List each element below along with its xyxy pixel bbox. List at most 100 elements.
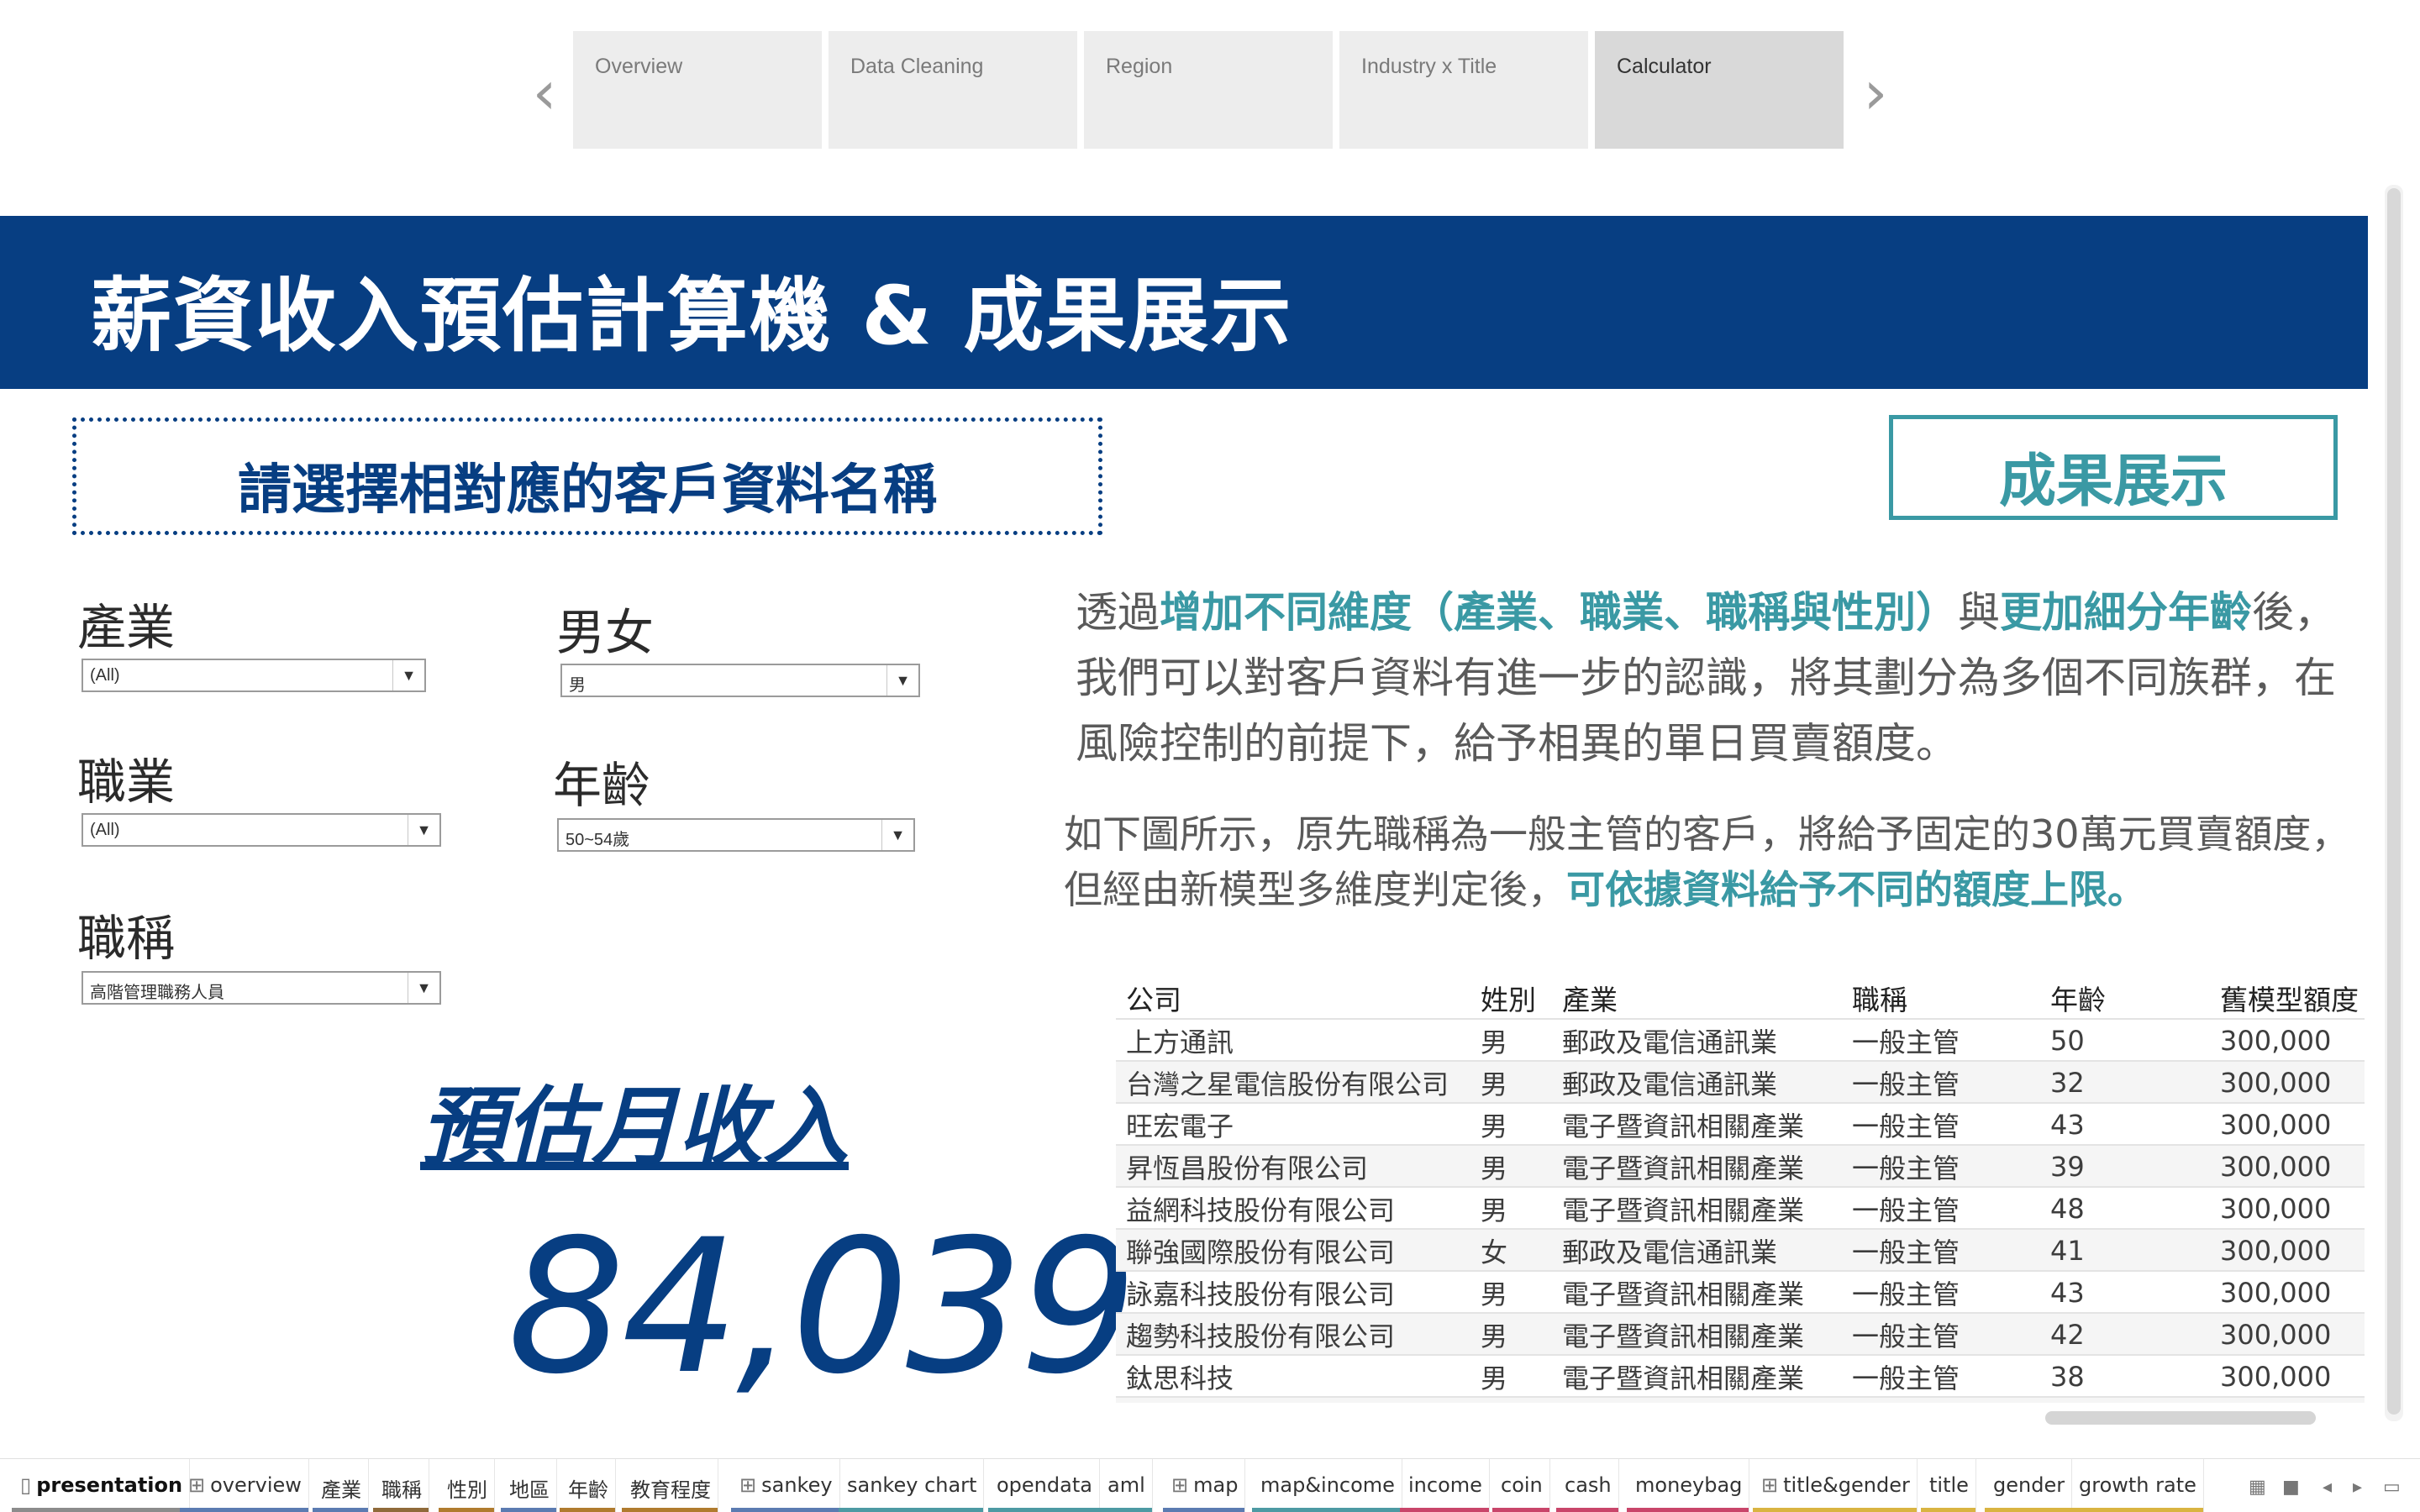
sheet-tab[interactable]: cash <box>1556 1459 1619 1512</box>
table-cell: 聯強國際股份有限公司 <box>1116 1228 1470 1271</box>
sheet-tab-color-stripe <box>731 1508 839 1512</box>
chevron-right-icon[interactable]: › <box>1850 59 1901 126</box>
estimated-income-value: 84,039 <box>508 1200 1138 1415</box>
gender-filter-dropdown[interactable]: 男 ▼ <box>560 664 920 697</box>
sheet-tab-color-stripe <box>12 1508 190 1512</box>
sheet-tab-label: gender <box>1993 1473 2065 1497</box>
sheet-tab[interactable]: 教育程度 <box>622 1459 718 1512</box>
table-cell: 男 <box>1470 1144 1552 1187</box>
column-header[interactable]: 產業 <box>1552 974 1842 1019</box>
sheet-tab[interactable]: growth rate <box>2070 1459 2204 1512</box>
table-cell: 女 <box>1470 1228 1552 1271</box>
column-header[interactable]: 姓別 <box>1470 974 1552 1019</box>
sheet-tab-label: cash <box>1565 1473 1612 1497</box>
new-sheet-icon[interactable]: ▭ <box>2383 1477 2401 1498</box>
table-row[interactable]: 詠嘉科技股份有限公司男電子暨資訊相關產業 一般主管 43 300,000 <box>1116 1270 2365 1313</box>
sheet-tab[interactable]: ⊞ sankey <box>731 1459 840 1512</box>
chevron-left-icon[interactable]: ‹ <box>519 59 570 126</box>
table-horizontal-scrollbar[interactable] <box>2045 1411 2316 1425</box>
table-row[interactable]: 旺宏電子男電子暨資訊相關產業 一般主管 43 300,000 <box>1116 1102 2365 1145</box>
table-row[interactable]: 聯強國際股份有限公司女郵政及電信通訊業 一般主管 41 300,000 <box>1116 1228 2365 1271</box>
table-cell: 男 <box>1470 1102 1552 1145</box>
table-cell: 電子暨資訊相關產業 <box>1552 1144 1842 1187</box>
column-header[interactable]: 公司 <box>1116 974 1470 1019</box>
sheet-tab[interactable]: 職稱 <box>373 1459 429 1512</box>
table-cell: 一般主管 <box>1842 1270 2040 1313</box>
sheet-tab[interactable]: aml <box>1099 1459 1153 1512</box>
sheet-tab[interactable]: title <box>1921 1459 1976 1512</box>
sheet-tab[interactable]: sankey chart <box>839 1459 985 1512</box>
sheet-tab[interactable]: moneybag <box>1627 1459 1750 1512</box>
sheet-tab[interactable]: ⊞ overview <box>180 1459 309 1512</box>
story-tab-label: Data Cleaning <box>850 55 984 78</box>
table-row[interactable]: 鈦思科技男電子暨資訊相關產業 一般主管 38 300,000 <box>1116 1354 2365 1397</box>
industry-filter-dropdown[interactable]: (All) ▼ <box>82 659 426 692</box>
vertical-scrollbar-thumb[interactable] <box>2387 188 2401 1415</box>
sheet-tab[interactable]: coin <box>1492 1459 1550 1512</box>
sheet-tab-color-stripe <box>1753 1508 1917 1512</box>
sheet-tab[interactable]: 性別 <box>439 1459 495 1512</box>
table-cell: 詠嘉科技股份有限公司 <box>1116 1270 1470 1313</box>
table-cell: 一般主管 <box>1842 1144 2040 1187</box>
page-title: 薪資收入預估計算機 & 成果展示 <box>91 269 1293 363</box>
table-cell: 電子暨資訊相關產業 <box>1552 1186 1842 1229</box>
sheet-tab-label: growth rate <box>2079 1473 2196 1497</box>
filmstrip-view-icon[interactable]: ■ <box>2282 1477 2300 1498</box>
occupation-filter-value: (All) <box>90 821 120 839</box>
story-tab-calculator[interactable]: Calculator <box>1595 31 1845 149</box>
story-tab-industry-x-title[interactable]: Industry x Title <box>1339 31 1590 149</box>
table-cell: 旺宏電子 <box>1116 1102 1470 1145</box>
job-title-filter-dropdown[interactable]: 高階管理職務人員 ▼ <box>82 971 441 1005</box>
table-cell: 男 <box>1470 1060 1552 1103</box>
table-cell: 郵政及電信通訊業 <box>1552 1060 1842 1103</box>
table-row[interactable]: 昇恆昌股份有限公司男電子暨資訊相關產業 一般主管 39 300,000 <box>1116 1144 2365 1187</box>
table-cell: 郵政及電信通訊業 <box>1552 1228 1842 1271</box>
story-tab-data-cleaning[interactable]: Data Cleaning <box>829 31 1079 149</box>
scroll-right-icon[interactable]: ▸ <box>2353 1477 2362 1498</box>
sheet-tab[interactable]: ▯ presentation <box>12 1459 191 1512</box>
table-row[interactable]: 鴻海精密工業男電子暨資訊相關產業一般主管43300,000 <box>1116 1396 2365 1403</box>
table-cell: 益網科技股份有限公司 <box>1116 1186 1470 1229</box>
sheet-tab[interactable]: 產業 <box>313 1459 369 1512</box>
sheet-tab[interactable]: gender <box>1985 1459 2073 1512</box>
table-cell: 男 <box>1470 1186 1552 1229</box>
table-row[interactable]: 台灣之星電信股份有限公司男郵政及電信通訊業 一般主管 32 300,000 <box>1116 1060 2365 1103</box>
occupation-filter-dropdown[interactable]: (All) ▼ <box>82 813 441 847</box>
table-cell: 台灣之星電信股份有限公司 <box>1116 1060 1470 1103</box>
scroll-left-icon[interactable]: ◂ <box>2323 1477 2332 1498</box>
sheet-tab[interactable]: income <box>1400 1459 1490 1512</box>
sheet-tab[interactable]: 年齡 <box>560 1459 616 1512</box>
table-cell: 300,000 <box>2210 1354 2365 1397</box>
age-filter-dropdown[interactable]: 50~54歲 ▼ <box>557 818 915 852</box>
chevron-down-icon: ▼ <box>408 815 439 845</box>
table-cell: 上方通訊 <box>1116 1018 1470 1061</box>
customer-table[interactable]: 公司 姓別 產業 職稱 年齡 舊模型額度 上方通訊男郵政及電信通訊業 一般主管 50 300,0… <box>1116 974 2365 1403</box>
dashboard-icon: ⊞ <box>1171 1473 1189 1497</box>
age-filter-value: 50~54歲 <box>566 831 630 849</box>
story-tab-label: Industry x Title <box>1361 55 1497 78</box>
table-cell: 一般主管 <box>1842 1018 2040 1061</box>
sheet-tab-label: title&gender <box>1783 1473 1910 1497</box>
sheet-tab-label: 教育程度 <box>630 1478 711 1502</box>
column-header[interactable]: 職稱 <box>1842 974 2040 1019</box>
column-header[interactable]: 舊模型額度 <box>2210 974 2365 1019</box>
sheet-tab[interactable]: opendata <box>988 1459 1100 1512</box>
story-tab-region[interactable]: Region <box>1084 31 1334 149</box>
sheet-tab-color-stripe <box>622 1508 718 1512</box>
chevron-down-icon: ▼ <box>408 973 439 1003</box>
grid-view-icon[interactable]: ▦ <box>2249 1477 2266 1498</box>
sheet-tab[interactable]: map&income <box>1252 1459 1402 1512</box>
sheet-tab-color-stripe <box>988 1508 1099 1512</box>
sheet-tab[interactable]: ⊞ title&gender <box>1753 1459 1918 1512</box>
table-row[interactable]: 益網科技股份有限公司男電子暨資訊相關產業 一般主管 48 300,000 <box>1116 1186 2365 1229</box>
sheet-tab[interactable]: 地區 <box>501 1459 557 1512</box>
table-cell: 昇恆昌股份有限公司 <box>1116 1144 1470 1187</box>
story-tab-overview[interactable]: Overview <box>573 31 823 149</box>
table-cell: 300,000 <box>2210 1228 2365 1271</box>
results-title: 成果展示 <box>1998 449 2228 515</box>
column-header[interactable]: 年齡 <box>2040 974 2210 1019</box>
sheet-tab[interactable]: ⊞ map <box>1163 1459 1246 1512</box>
sheet-tab-label: overview <box>210 1473 302 1497</box>
table-row[interactable]: 上方通訊男郵政及電信通訊業 一般主管 50 300,000 <box>1116 1018 2365 1061</box>
table-row[interactable]: 趨勢科技股份有限公司男電子暨資訊相關產業 一般主管 42 300,000 <box>1116 1312 2365 1355</box>
